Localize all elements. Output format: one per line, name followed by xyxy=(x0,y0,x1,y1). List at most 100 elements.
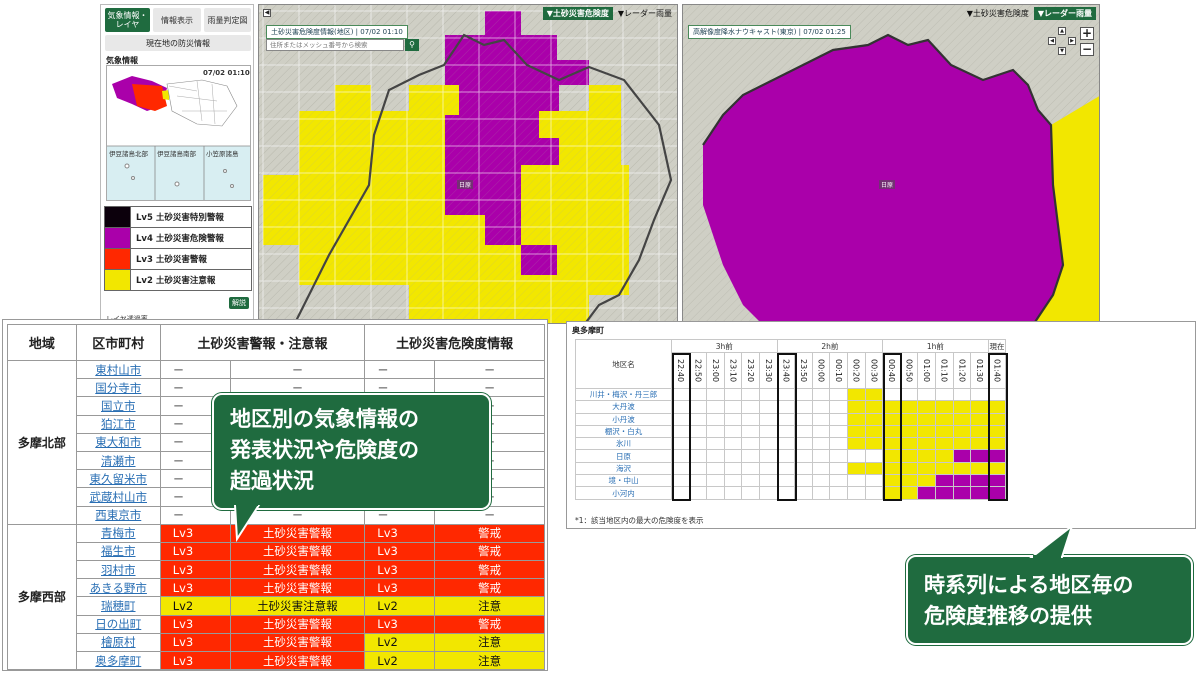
tab-info-display[interactable]: 情報表示 xyxy=(153,8,201,32)
city-name[interactable]: 国立市 xyxy=(101,399,136,413)
area-name[interactable]: 小丹波 xyxy=(575,412,672,426)
risk-cell xyxy=(864,424,884,439)
legend-item-lv3: Lv3 土砂災害警報 xyxy=(104,248,252,270)
pan-up-icon[interactable]: ▲ xyxy=(1058,27,1066,35)
area-name[interactable]: 氷川 xyxy=(575,437,672,451)
time-label: 23:20 xyxy=(746,358,756,383)
overview-minimap[interactable]: 07/02 01:10 伊豆諸島北部 伊豆諸島南部 小笠原諸島 xyxy=(106,65,251,201)
city-link[interactable]: 檜原村 xyxy=(75,632,161,653)
pan-left-icon[interactable]: ◀ xyxy=(1048,37,1056,45)
city-name[interactable]: 清瀬市 xyxy=(101,454,136,468)
city-name[interactable]: 福生市 xyxy=(101,544,136,558)
col-header-region: 地域 xyxy=(7,324,77,361)
time-header: 00:40 xyxy=(882,352,901,389)
risk-cell xyxy=(671,461,690,476)
search-button[interactable]: ⚲ xyxy=(405,39,419,51)
warning-level: Lv3 xyxy=(159,650,231,671)
city-link[interactable]: 西東京市 xyxy=(75,505,161,525)
area-name[interactable]: 大丹波 xyxy=(575,400,672,414)
legend-item-lv2: Lv2 土砂災害注意報 xyxy=(104,269,252,291)
city-link[interactable]: 青梅市 xyxy=(75,523,161,543)
city-link[interactable]: あきる野市 xyxy=(75,578,161,598)
city-name[interactable]: 西東京市 xyxy=(95,508,141,522)
city-link[interactable]: 羽村市 xyxy=(75,560,161,580)
timeseries-row: 氷川 xyxy=(575,437,1007,451)
city-name[interactable]: 国分寺市 xyxy=(95,381,141,395)
risk-layer-toggle[interactable]: ▼土砂災害危険度 xyxy=(965,7,1031,20)
current-location-button[interactable]: 現在地の防災情報 xyxy=(105,35,251,51)
risk-cell xyxy=(671,474,690,488)
city-link[interactable]: 東村山市 xyxy=(75,359,161,380)
city-name[interactable]: 奥多摩町 xyxy=(95,654,141,668)
city-name[interactable]: 日の出町 xyxy=(95,617,141,631)
area-name[interactable]: 川井・梅沢・丹三郎 xyxy=(575,387,672,402)
risk-cell xyxy=(794,437,813,451)
city-name[interactable]: 東大和市 xyxy=(95,435,141,449)
city-link[interactable]: 国立市 xyxy=(75,396,161,416)
city-name[interactable]: 瑞穂町 xyxy=(101,599,136,613)
city-link[interactable]: 東大和市 xyxy=(75,432,161,452)
risk-cell xyxy=(811,412,831,426)
map-left-info: 土砂災害危険度情報(地区) | 07/02 01:10 xyxy=(266,25,408,39)
area-name[interactable]: 棚沢・白丸 xyxy=(575,424,672,439)
city-name[interactable]: 東村山市 xyxy=(95,363,141,377)
risk-cell xyxy=(706,461,725,476)
city-name[interactable]: 東久留米市 xyxy=(90,472,148,486)
radar-layer-toggle[interactable]: ▼レーダー雨量 xyxy=(616,7,674,20)
collapse-arrow-icon[interactable]: ◀ xyxy=(263,9,271,17)
radar-layer-toggle[interactable]: ▼レーダー雨量 xyxy=(1033,6,1096,20)
col-header-municipality: 区市町村 xyxy=(75,324,161,361)
city-link[interactable]: 日の出町 xyxy=(75,614,161,634)
risk-cell xyxy=(723,400,743,414)
risk-cell xyxy=(864,461,884,476)
city-name[interactable]: 武蔵村山市 xyxy=(90,490,148,504)
time-label: 23:30 xyxy=(763,358,773,383)
risk-cell xyxy=(899,461,919,476)
risk-layer-toggle[interactable]: ▼土砂災害危険度 xyxy=(542,6,613,20)
city-link[interactable]: 狛江市 xyxy=(75,414,161,434)
search-input[interactable]: 住所またはメッシュ番号から検索 xyxy=(266,39,404,51)
risk-cell xyxy=(934,437,954,451)
pan-right-icon[interactable]: ▶ xyxy=(1068,37,1076,45)
city-link[interactable]: 瑞穂町 xyxy=(75,596,161,616)
risk-cell xyxy=(706,449,725,463)
city-name[interactable]: 檜原村 xyxy=(101,635,136,649)
tab-weather-layer[interactable]: 気象情報・レイヤ xyxy=(105,8,150,32)
risk-level: Lv3 xyxy=(364,541,436,562)
city-name[interactable]: あきる野市 xyxy=(90,581,147,595)
city-name[interactable]: 青梅市 xyxy=(101,526,136,540)
city-link[interactable]: 奥多摩町 xyxy=(75,650,161,671)
area-name[interactable]: 海沢 xyxy=(575,461,672,476)
area-name[interactable]: 小河内 xyxy=(575,486,672,500)
table-row: 多摩北部 東村山市－－－－ xyxy=(7,359,545,525)
time-label: 22:50 xyxy=(693,358,703,383)
risk-cell xyxy=(811,449,831,463)
tab-rainfall-chart[interactable]: 雨量判定図 xyxy=(204,8,251,32)
risk-cell xyxy=(741,486,760,500)
city-link[interactable]: 武蔵村山市 xyxy=(75,487,161,507)
pan-down-icon[interactable]: ▼ xyxy=(1058,47,1066,55)
risk-cell xyxy=(846,400,866,414)
warning-text: 土砂災害警報 xyxy=(229,650,366,671)
zoom-in-button[interactable]: + xyxy=(1080,27,1094,40)
city-link[interactable]: 東久留米市 xyxy=(75,469,161,489)
time-header: 01:10 xyxy=(934,352,954,389)
search-icon: ⚲ xyxy=(409,40,415,49)
city-name[interactable]: 狛江市 xyxy=(101,417,136,431)
risk-map-left[interactable]: ▼土砂災害危険度 ▼レーダー雨量 土砂災害危険度情報(地区) | 07/02 0… xyxy=(258,4,678,324)
area-name[interactable]: 境・中山 xyxy=(575,474,672,488)
risk-cell xyxy=(776,412,796,426)
nowcast-map-right[interactable]: ▼土砂災害危険度 ▼レーダー雨量 高解像度降水ナウキャスト(東京) | 07/0… xyxy=(682,4,1100,324)
risk-cell xyxy=(758,461,778,476)
risk-cell xyxy=(829,400,848,414)
risk-cell xyxy=(811,486,831,500)
risk-cell xyxy=(899,412,919,426)
city-link[interactable]: 国分寺市 xyxy=(75,378,161,398)
risk-cell xyxy=(864,437,884,451)
city-name[interactable]: 羽村市 xyxy=(101,563,136,577)
area-name[interactable]: 日原 xyxy=(575,449,672,463)
zoom-out-button[interactable]: − xyxy=(1080,43,1094,56)
city-link[interactable]: 福生市 xyxy=(75,541,161,562)
legend-help-button[interactable]: 解説 xyxy=(229,297,249,309)
city-link[interactable]: 清瀬市 xyxy=(75,450,161,471)
